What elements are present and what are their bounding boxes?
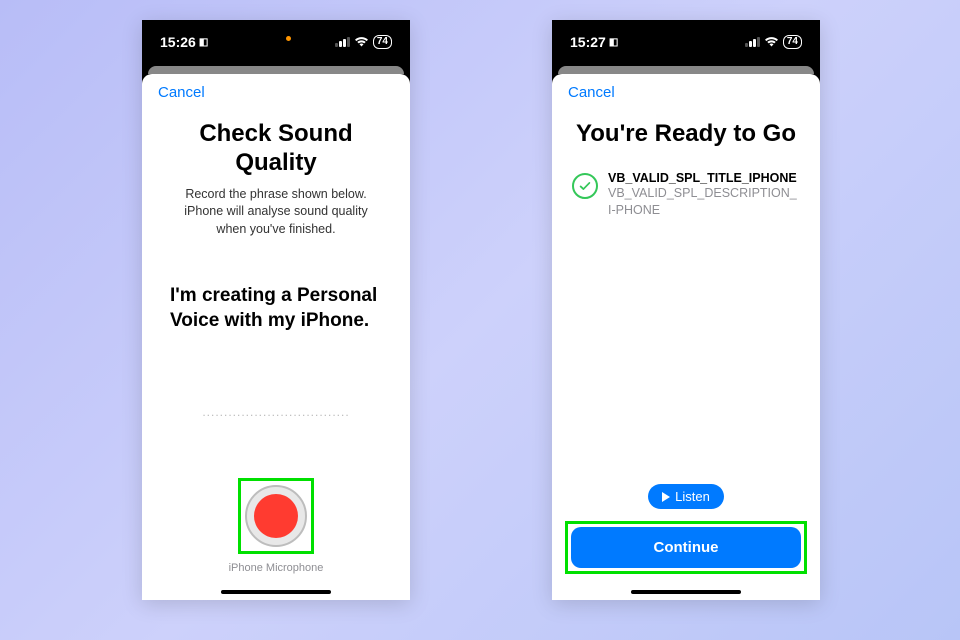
page-title: You're Ready to Go [552, 106, 820, 157]
wifi-icon [354, 34, 369, 50]
phone-screenshot-left: 15:26 ◧ 74 Cancel Check Sound Quality Re… [142, 20, 410, 600]
cellular-signal-icon [745, 37, 760, 47]
validation-description: VB_VALID_SPL_DESCRIPTION_I-PHONE [608, 185, 800, 219]
continue-button[interactable]: Continue [571, 527, 801, 568]
wifi-icon [764, 34, 779, 50]
sheet-content: Cancel You're Ready to Go VB_VALID_SPL_T… [552, 74, 820, 600]
validation-title: VB_VALID_SPL_TITLE_IPHONE [608, 171, 800, 185]
tutorial-highlight [238, 478, 314, 554]
status-time: 15:26 [160, 34, 196, 50]
location-icon: ◧ [199, 37, 208, 48]
cancel-button[interactable]: Cancel [568, 84, 615, 101]
status-time: 15:27 [570, 34, 606, 50]
waveform-placeholder: .................................. [142, 405, 410, 419]
location-icon: ◧ [609, 37, 618, 48]
cellular-signal-icon [335, 37, 350, 47]
microphone-source-label: iPhone Microphone [229, 562, 324, 574]
cancel-button[interactable]: Cancel [158, 84, 205, 101]
battery-indicator: 74 [373, 35, 392, 49]
battery-indicator: 74 [783, 35, 802, 49]
phone-screenshot-right: 15:27 ◧ 74 Cancel You're Ready to Go VB_… [552, 20, 820, 600]
listen-label: Listen [675, 489, 710, 504]
page-subtitle: Record the phrase shown below. iPhone wi… [142, 186, 410, 239]
play-icon [662, 492, 670, 502]
sheet-background-peek [552, 64, 820, 74]
page-title: Check Sound Quality [142, 106, 410, 186]
status-bar: 15:26 ◧ 74 [142, 20, 410, 64]
record-icon [254, 494, 298, 538]
status-bar: 15:27 ◧ 74 [552, 20, 820, 64]
home-indicator[interactable] [631, 590, 741, 594]
record-button[interactable] [245, 485, 307, 547]
home-indicator[interactable] [221, 590, 331, 594]
recording-phrase: I'm creating a Personal Voice with my iP… [142, 238, 410, 333]
validation-result-row: VB_VALID_SPL_TITLE_IPHONE VB_VALID_SPL_D… [552, 157, 820, 219]
listen-button[interactable]: Listen [648, 484, 724, 509]
sheet-background-peek [142, 64, 410, 74]
microphone-active-dot [286, 36, 291, 41]
tutorial-highlight: Continue [565, 521, 807, 574]
sheet-content: Cancel Check Sound Quality Record the ph… [142, 74, 410, 600]
checkmark-icon [572, 173, 598, 199]
